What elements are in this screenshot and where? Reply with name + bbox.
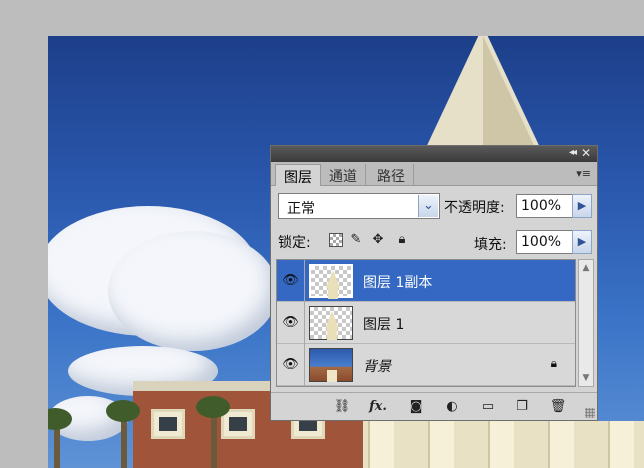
eye-icon[interactable]: 👁︎: [277, 302, 305, 344]
panel-bottom-toolbar: ⛓︎ fx. ◙ ◐ ▭ ❐ 🗑︎: [271, 392, 597, 420]
layer-row[interactable]: 👁︎ 图层 1副本: [277, 260, 575, 302]
brush-icon[interactable]: ✎: [348, 232, 364, 248]
tab-channels[interactable]: 通道: [321, 164, 366, 186]
scroll-up-icon[interactable]: ▲: [579, 261, 593, 275]
layer-name: 图层 1副本: [363, 275, 433, 291]
eye-icon[interactable]: 👁︎: [277, 344, 305, 386]
blend-mode-select[interactable]: 正常 ⌄: [278, 193, 440, 219]
mask-icon[interactable]: ◙: [407, 398, 425, 416]
palm-tree: [121, 414, 127, 468]
lock-icon[interactable]: 🔒︎: [394, 232, 410, 248]
new-layer-icon[interactable]: ❐: [513, 398, 531, 416]
layer-thumbnail: [309, 306, 353, 340]
panel-tabs: 图层 通道 路径 ▾≡: [271, 162, 597, 186]
panel-menu-icon[interactable]: ▾≡: [576, 167, 591, 180]
opacity-slider-button[interactable]: ▶: [572, 194, 592, 218]
layers-panel: ◂◂ ✕ 图层 通道 路径 ▾≡ 正常 ⌄ 不透明度: 100% ▶ 锁定: ✎…: [270, 145, 598, 421]
lock-label: 锁定:: [278, 235, 311, 251]
blend-mode-value: 正常: [287, 201, 315, 217]
tab-layers[interactable]: 图层: [275, 164, 321, 186]
panel-titlebar[interactable]: ◂◂ ✕: [271, 146, 597, 162]
move-icon[interactable]: ✥: [370, 232, 386, 248]
trash-icon[interactable]: 🗑︎: [549, 398, 567, 416]
tab-paths[interactable]: 路径: [369, 164, 414, 186]
link-icon[interactable]: ⛓︎: [333, 398, 351, 416]
opacity-field[interactable]: 100%: [516, 194, 574, 218]
fill-slider-button[interactable]: ▶: [572, 230, 592, 254]
layers-list: 👁︎ 图层 1副本 👁︎ 图层 1 👁︎ 背景 🔒︎: [276, 259, 576, 387]
layer-thumbnail: [309, 264, 353, 299]
scroll-down-icon[interactable]: ▼: [579, 371, 593, 385]
folder-icon[interactable]: ▭: [479, 398, 497, 416]
layer-thumbnail: [309, 348, 353, 382]
fill-field[interactable]: 100%: [516, 230, 574, 254]
layer-name: 背景: [363, 359, 391, 375]
chevron-down-icon[interactable]: ⌄: [418, 195, 438, 217]
colonnade: [348, 421, 644, 468]
layer-row[interactable]: 👁︎ 背景 🔒︎: [277, 344, 575, 386]
lock-transparency-icon[interactable]: [328, 232, 344, 248]
adjustment-icon[interactable]: ◐: [443, 398, 461, 416]
resize-grip[interactable]: [585, 408, 595, 418]
cloud: [108, 231, 278, 351]
layers-scrollbar[interactable]: ▲ ▼: [578, 259, 594, 387]
fill-label: 填充:: [474, 237, 507, 253]
close-icon[interactable]: ✕: [581, 146, 591, 160]
opacity-label: 不透明度:: [444, 200, 505, 216]
lock-icon: 🔒︎: [550, 356, 557, 370]
layer-name: 图层 1: [363, 317, 405, 333]
eye-icon[interactable]: 👁︎: [277, 260, 305, 302]
layer-row[interactable]: 👁︎ 图层 1: [277, 302, 575, 344]
fx-icon[interactable]: fx.: [369, 398, 387, 416]
collapse-icon[interactable]: ◂◂: [569, 147, 577, 158]
